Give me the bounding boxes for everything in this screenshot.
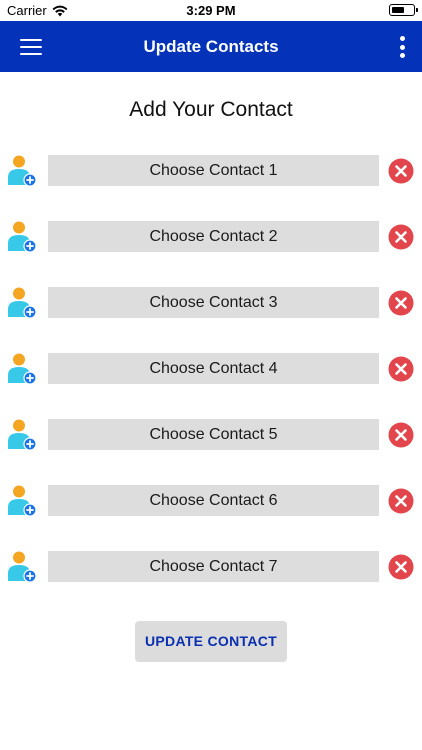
contact-list: Choose Contact 1 Choose Contact 2 Choose… xyxy=(0,148,422,582)
add-person-icon[interactable] xyxy=(6,220,38,254)
section-heading: Add Your Contact xyxy=(129,98,293,121)
contact-row: Choose Contact 7 xyxy=(0,544,422,582)
add-person-icon[interactable] xyxy=(6,352,38,386)
update-contact-button[interactable]: UPDATE CONTACT xyxy=(135,621,287,662)
choose-contact-button[interactable]: Choose Contact 1 xyxy=(48,155,379,186)
add-person-icon[interactable] xyxy=(6,154,38,188)
choose-contact-button[interactable]: Choose Contact 4 xyxy=(48,353,379,384)
status-bar: Carrier 3:29 PM xyxy=(0,0,422,21)
close-circle-icon[interactable] xyxy=(388,422,414,448)
close-circle-icon[interactable] xyxy=(388,290,414,316)
page-title: Update Contacts xyxy=(143,37,279,56)
close-circle-icon[interactable] xyxy=(388,488,414,514)
add-person-icon[interactable] xyxy=(6,484,38,518)
close-circle-icon[interactable] xyxy=(388,224,414,250)
choose-contact-button[interactable]: Choose Contact 2 xyxy=(48,221,379,252)
choose-contact-button[interactable]: Choose Contact 3 xyxy=(48,287,379,318)
choose-contact-button[interactable]: Choose Contact 7 xyxy=(48,551,379,582)
contact-row: Choose Contact 5 xyxy=(0,412,422,458)
contact-row: Choose Contact 1 xyxy=(0,148,422,194)
add-person-icon[interactable] xyxy=(6,418,38,452)
more-vertical-icon[interactable] xyxy=(398,36,406,58)
contact-row: Choose Contact 4 xyxy=(0,346,422,392)
app-bar: Update Contacts xyxy=(0,21,422,72)
contact-row: Choose Contact 6 xyxy=(0,478,422,524)
choose-contact-button[interactable]: Choose Contact 5 xyxy=(48,419,379,450)
status-time: 3:29 PM xyxy=(186,3,236,18)
close-circle-icon[interactable] xyxy=(388,158,414,184)
contact-row: Choose Contact 3 xyxy=(0,280,422,326)
contact-row: Choose Contact 2 xyxy=(0,214,422,260)
choose-contact-button[interactable]: Choose Contact 6 xyxy=(48,485,379,516)
add-person-icon[interactable] xyxy=(6,286,38,320)
add-person-icon[interactable] xyxy=(6,550,38,582)
close-circle-icon[interactable] xyxy=(388,554,414,580)
battery-icon xyxy=(389,4,418,16)
close-circle-icon[interactable] xyxy=(388,356,414,382)
